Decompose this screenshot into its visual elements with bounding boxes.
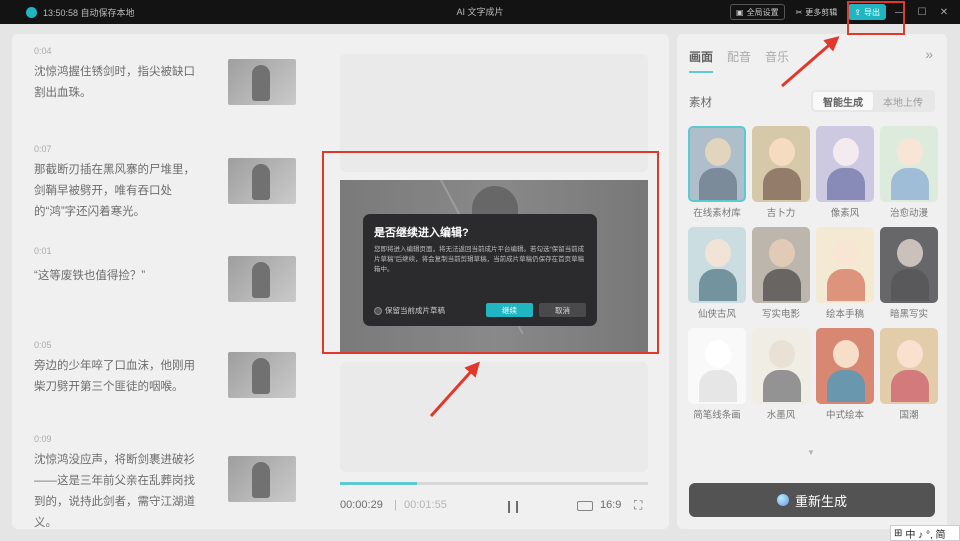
- ime-status-bar[interactable]: ⊞ 中 ♪ °, 简: [890, 525, 960, 541]
- titlebar-left: 13:50:58 自动保存本地: [26, 0, 135, 24]
- annotation-box-dialog: [322, 151, 659, 354]
- close-icon[interactable]: ✕: [936, 4, 952, 20]
- layout-icon: ▣: [736, 7, 744, 17]
- global-settings-button[interactable]: ▣ 全局设置: [730, 4, 785, 20]
- global-settings-label: 全局设置: [746, 7, 779, 17]
- annotation-box-export: [847, 1, 905, 35]
- ime-status-text: 中 ♪ °, 简: [905, 529, 946, 541]
- title-bar: 13:50:58 自动保存本地 AI 文字成片 ▣ 全局设置 ✂ 更多剪辑 ⇪ …: [0, 0, 960, 24]
- scissors-icon: ✂: [795, 7, 803, 17]
- more-clips-button[interactable]: ✂ 更多剪辑: [791, 4, 843, 20]
- more-clips-label: 更多剪辑: [805, 7, 838, 17]
- titlebar-actions: ▣ 全局设置 ✂ 更多剪辑 ⇪ 导出 — ☐ ✕: [730, 0, 952, 24]
- autosave-status: 13:50:58 自动保存本地: [43, 7, 135, 18]
- app-logo-icon: [26, 6, 37, 18]
- ime-grid-icon: ⊞: [894, 527, 903, 539]
- maximize-icon[interactable]: ☐: [914, 4, 930, 20]
